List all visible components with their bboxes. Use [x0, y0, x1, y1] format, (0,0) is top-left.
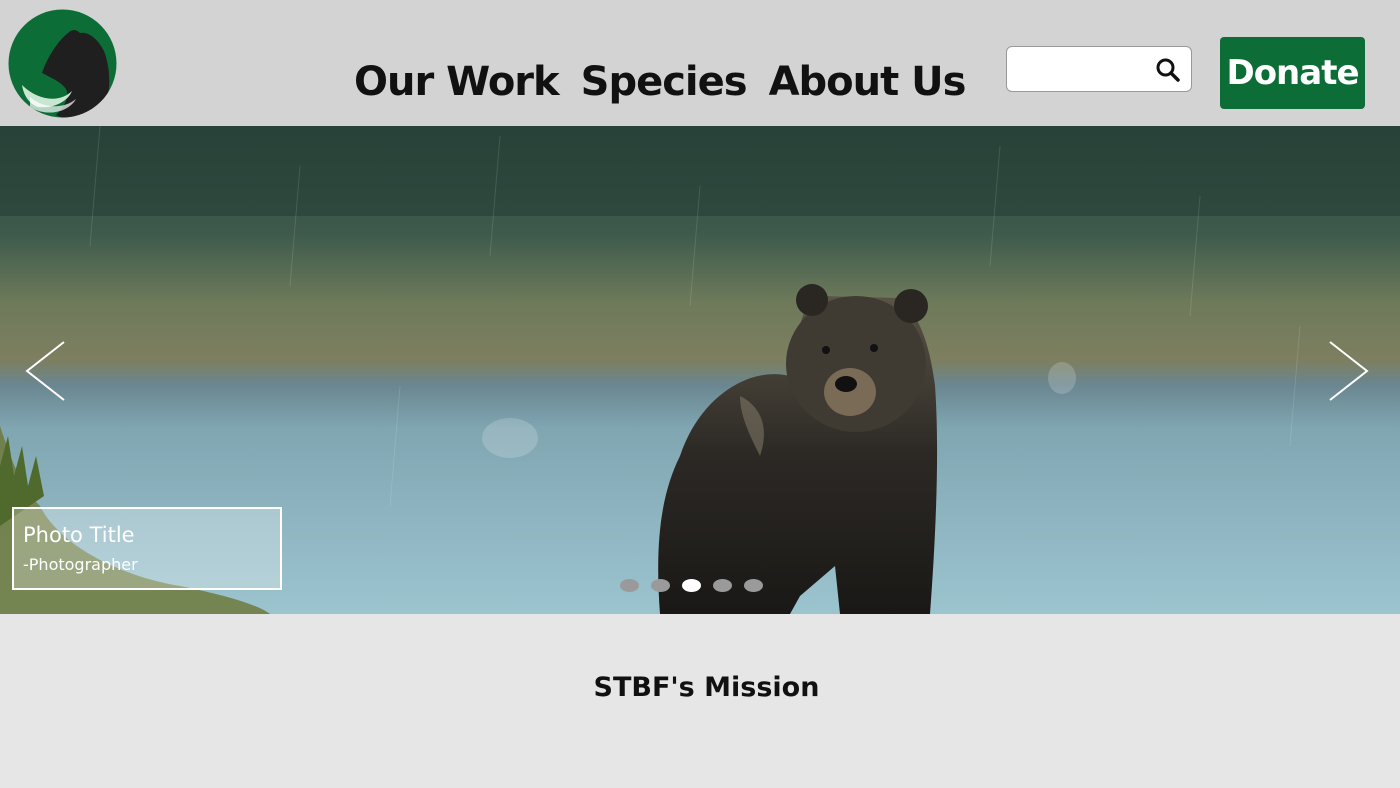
- carousel-dot-active[interactable]: [682, 579, 701, 592]
- search-box: [1006, 46, 1192, 92]
- carousel-dot[interactable]: [651, 579, 670, 592]
- photo-caption: Photo Title -Photographer: [12, 507, 282, 590]
- mission-heading: STBF's Mission: [593, 672, 820, 703]
- photo-credit: -Photographer: [23, 555, 138, 574]
- main-nav: Our Work Species About Us: [354, 52, 967, 112]
- nav-about-us[interactable]: About Us: [769, 59, 967, 105]
- site-header: Our Work Species About Us Donate: [0, 0, 1400, 126]
- carousel-dot[interactable]: [620, 579, 639, 592]
- search-icon[interactable]: [1155, 57, 1181, 83]
- search-input[interactable]: [1015, 55, 1151, 85]
- carousel-dot[interactable]: [744, 579, 763, 592]
- bear-logo-icon[interactable]: [8, 9, 117, 118]
- nav-our-work[interactable]: Our Work: [354, 59, 560, 105]
- chevron-right-icon[interactable]: [1326, 340, 1370, 402]
- donate-button[interactable]: Donate: [1220, 37, 1365, 109]
- nav-species[interactable]: Species: [581, 59, 748, 105]
- chevron-left-icon[interactable]: [24, 340, 68, 402]
- carousel-dot[interactable]: [713, 579, 732, 592]
- hero-carousel: Photo Title -Photographer: [0, 126, 1400, 614]
- photo-title: Photo Title: [23, 523, 135, 547]
- carousel-indicators: [620, 579, 763, 592]
